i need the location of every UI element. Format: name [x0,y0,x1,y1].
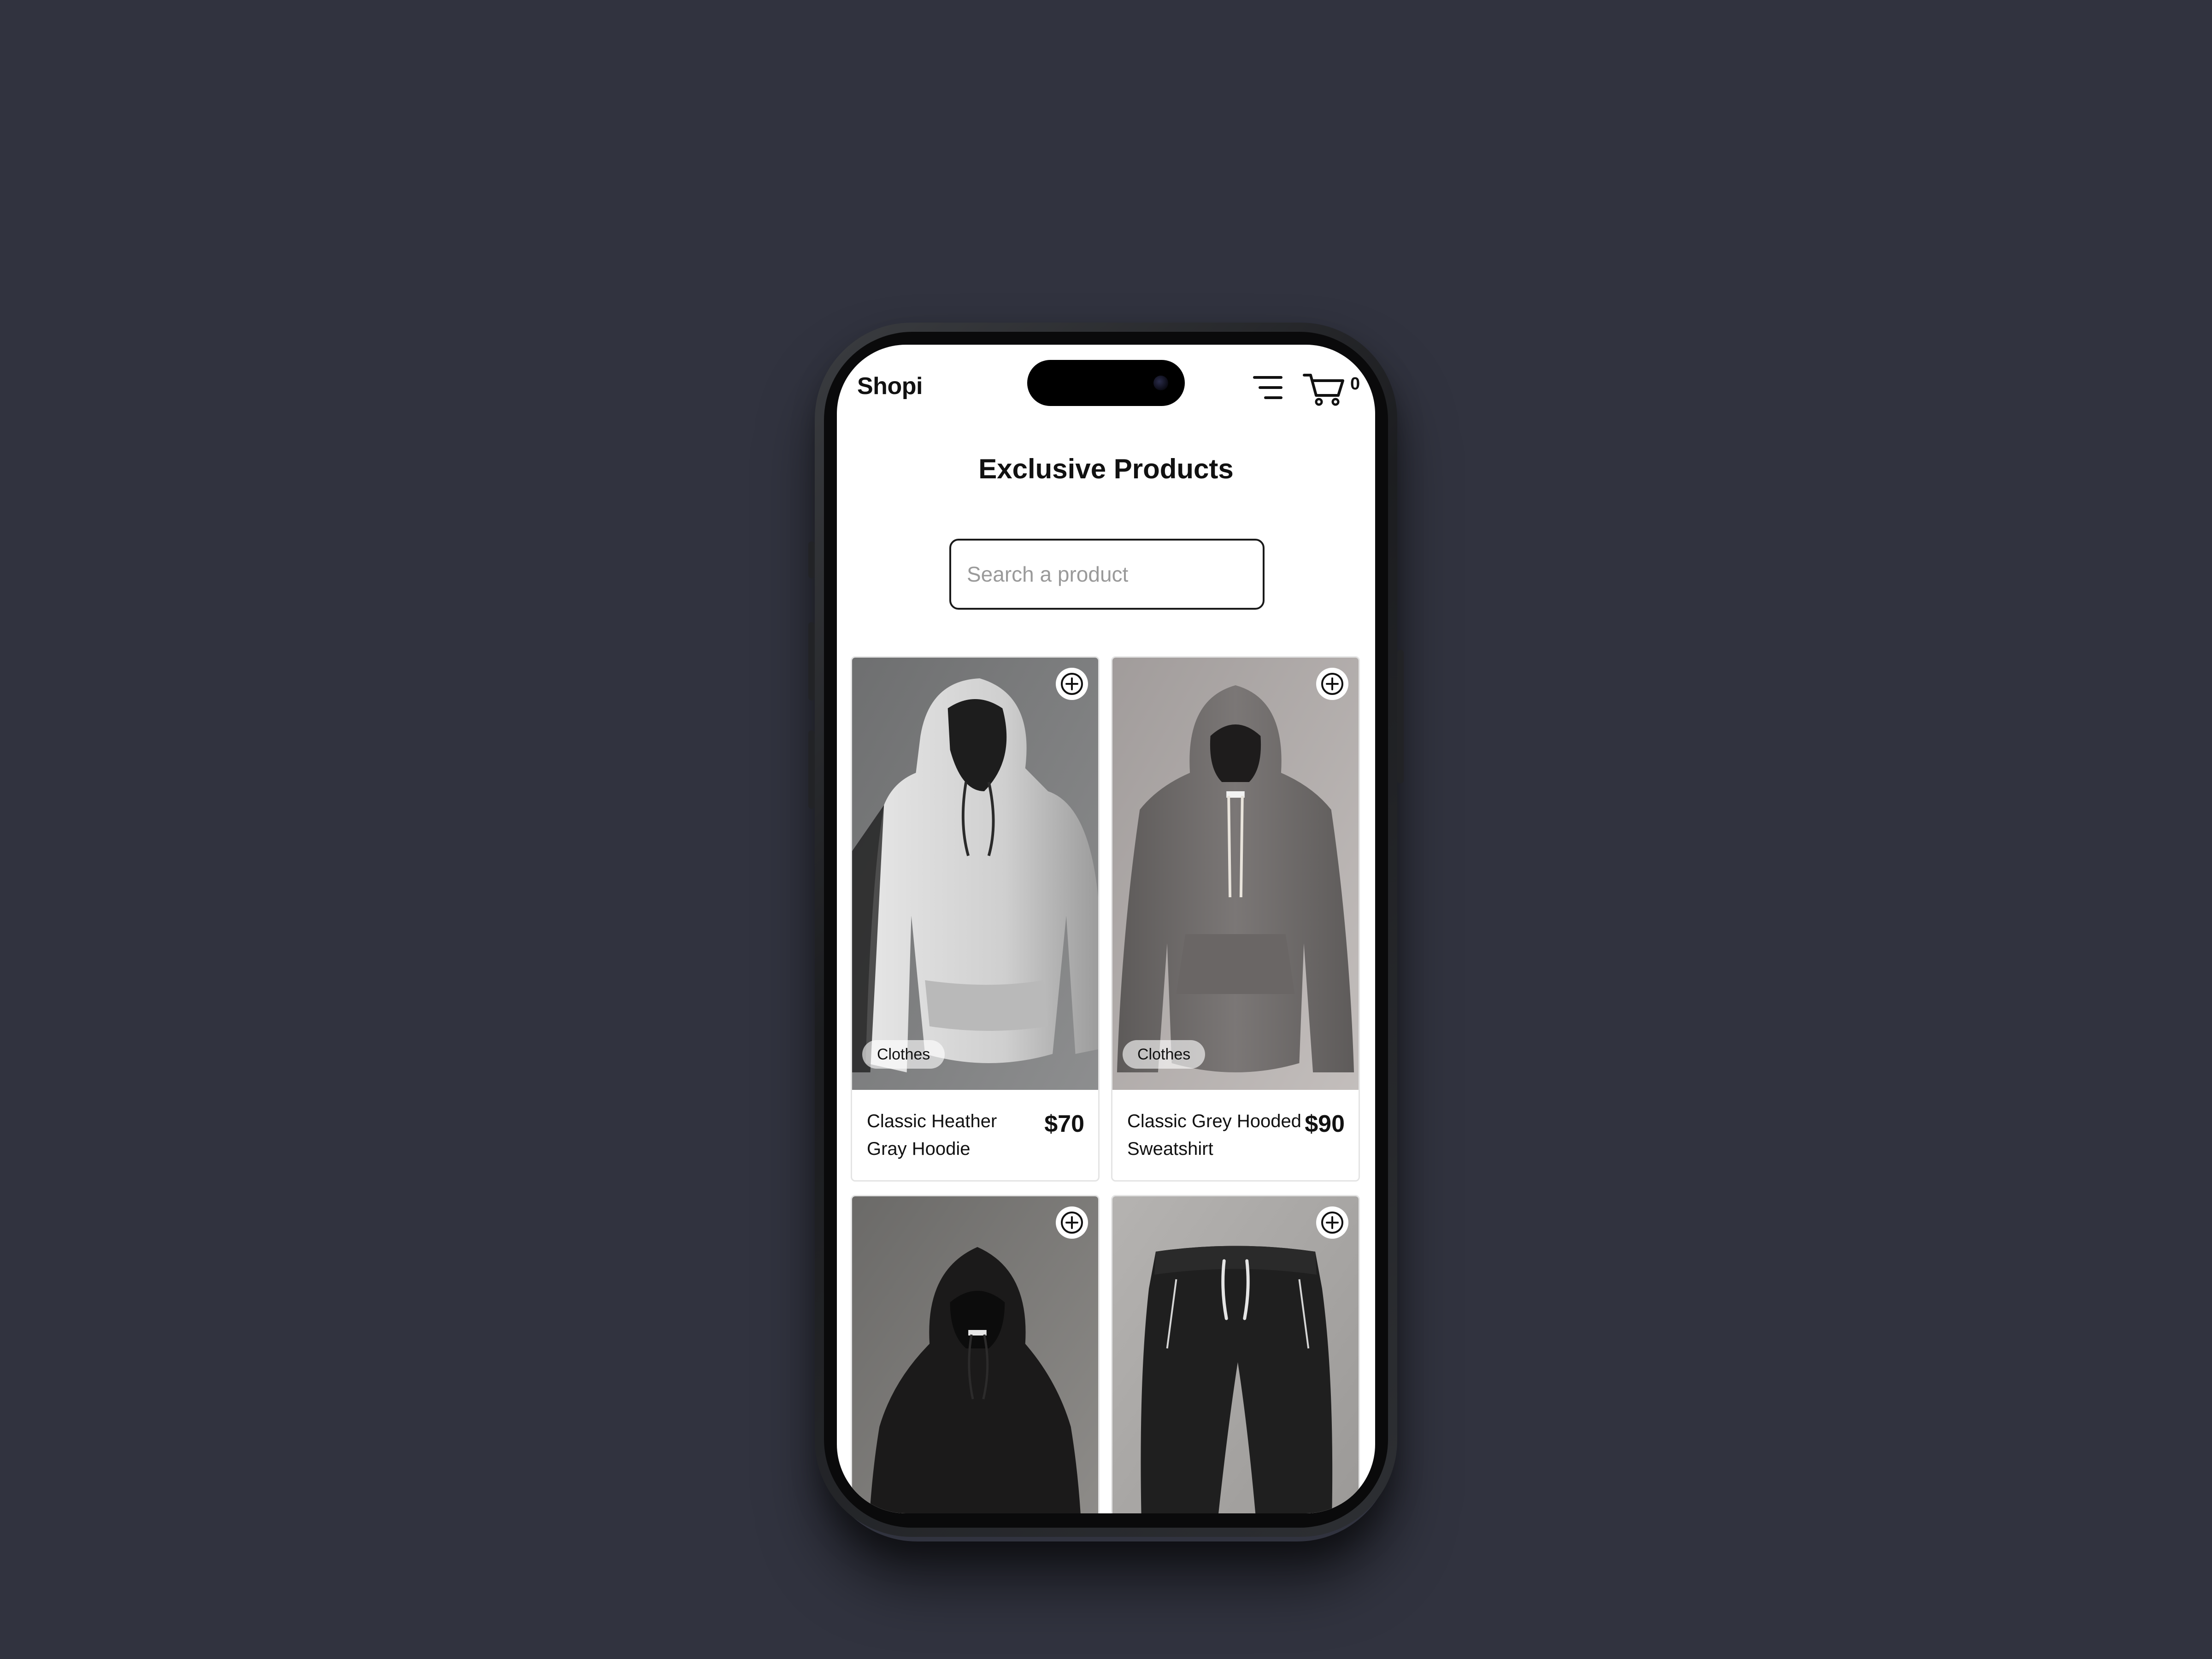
page-title: Exclusive Products [978,453,1234,484]
search-input[interactable] [949,539,1265,610]
add-to-cart-button[interactable] [1316,1206,1348,1239]
brand-logo[interactable]: Shopi [857,372,923,400]
phone-volume-up-button [808,622,815,700]
plus-icon [1321,1212,1343,1234]
product-image-black-hoodie[interactable] [852,1196,1098,1513]
product-price: $70 [1044,1111,1084,1137]
cart-button[interactable]: 0 [1302,371,1367,407]
phone-volume-down-button [808,730,815,809]
cart-count-badge: 0 [1350,374,1360,394]
plus-icon [1061,673,1083,695]
product-image-gray-hoodie[interactable] [1112,658,1359,1090]
plus-icon [1061,1212,1083,1234]
phone-power-button [1397,650,1404,783]
product-info: Classic Grey Hooded Sweatshirt $90 [1112,1090,1359,1180]
add-to-cart-button[interactable] [1316,668,1348,700]
product-card[interactable]: Clothes Classic Heather Gray Hoodie $70 [851,656,1100,1182]
camera-icon [1153,376,1168,390]
product-info: Classic Heather Gray Hoodie $70 [852,1090,1098,1180]
plus-icon [1321,673,1343,695]
phone-action-button [808,541,815,578]
product-name: Classic Grey Hooded Sweatshirt [1127,1111,1301,1159]
product-card[interactable] [1111,1195,1360,1513]
shopping-cart-icon [1303,374,1344,406]
product-card[interactable]: Clothes Classic Grey Hooded Sweatshirt $… [1111,656,1360,1182]
category-badge: Clothes [862,1040,945,1069]
add-to-cart-button[interactable] [1056,668,1088,700]
product-image-black-joggers[interactable] [1112,1196,1359,1513]
product-name: Classic Heather Gray Hoodie [867,1111,997,1159]
product-price: $90 [1305,1111,1345,1137]
dynamic-island [1027,360,1185,406]
app-screen: Shopi 0 Exclusive Products Search a prod… [837,345,1375,1513]
add-to-cart-button[interactable] [1056,1206,1088,1239]
category-badge: Clothes [1123,1040,1206,1069]
hamburger-menu-icon[interactable] [1253,376,1282,401]
product-card[interactable] [851,1195,1100,1513]
product-image-light-gray-hoodie[interactable] [852,658,1098,1090]
